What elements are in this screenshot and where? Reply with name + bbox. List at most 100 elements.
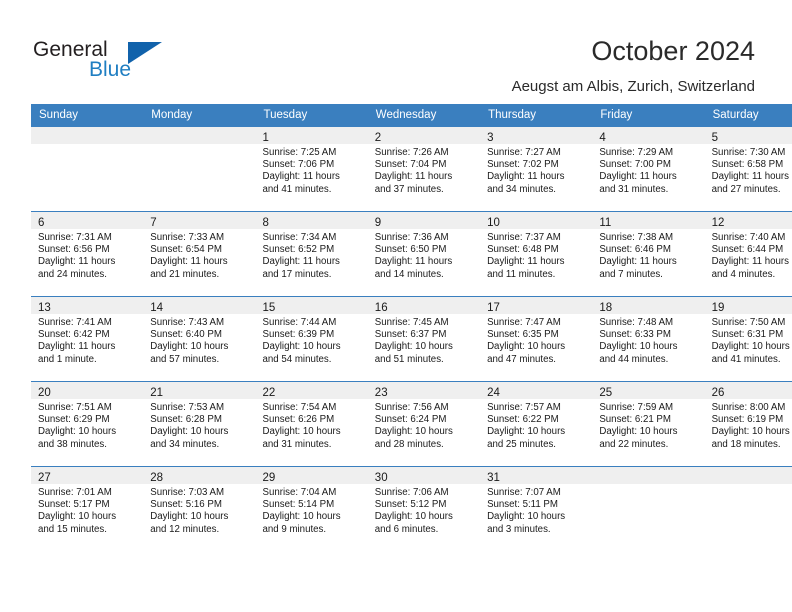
sunrise-text: Sunrise: 7:34 AM [262,232,337,243]
sunrise-text: Sunrise: 7:47 AM [487,317,561,328]
sunset-text: Sunset: 5:16 PM [150,499,222,511]
day-cell-body: Sunrise: 7:43 AM Sunset: 6:40 PM Daylight:… [143,314,255,366]
sunset-text: Sunset: 6:58 PM [711,159,784,171]
calendar-day-cell[interactable]: 19 Sunrise: 7:50 AM Sunset: 6:31 PM Dayligh… [704,296,792,382]
calendar-day-cell[interactable]: 29 Sunrise: 7:04 AM Sunset: 5:14 PM Dayligh… [255,466,368,551]
page-title: October 2024 [591,36,755,66]
calendar-day-cell[interactable]: 18 Sunrise: 7:48 AM Sunset: 6:33 PM Dayligh… [592,296,705,382]
day-number-band: 30 [367,467,481,484]
calendar-day-cell[interactable]: 6 Sunrise: 7:31 AM Sunset: 6:56 PM Daylight… [31,211,144,297]
daylight-text-line2: and 54 minutes. [262,353,332,365]
day-number: 16 [374,302,388,314]
day-cell-body: Sunrise: 7:01 AM Sunset: 5:17 PM Daylight:… [31,484,143,536]
day-number-band: 25 [592,382,705,399]
calendar-day-cell[interactable]: 4 Sunrise: 7:29 AM Sunset: 7:00 PM Daylight… [592,127,705,212]
calendar-day-cell[interactable]: 8 Sunrise: 7:34 AM Sunset: 6:52 PM Daylight… [255,211,368,297]
sunset-text: Sunset: 7:04 PM [374,159,447,171]
day-cell-body: Sunrise: 7:48 AM Sunset: 6:33 PM Daylight:… [592,314,704,366]
calendar-day-cell[interactable]: 20 Sunrise: 7:51 AM Sunset: 6:29 PM Dayligh… [31,381,144,467]
daylight-text-line2: and 17 minutes. [262,268,332,280]
calendar-day-cell[interactable]: 30 Sunrise: 7:06 AM Sunset: 5:12 PM Dayligh… [367,466,481,551]
daylight-text-line1: Daylight: 10 hours [487,341,566,353]
day-cell-body: Sunrise: 7:34 AM Sunset: 6:52 PM Daylight:… [256,229,368,281]
day-number-band: 14 [143,297,256,314]
day-number-band: 1 [255,127,368,144]
sunset-text: Sunset: 7:00 PM [599,159,671,171]
day-number: 4 [599,132,606,144]
sunset-text: Sunset: 7:06 PM [262,159,335,171]
sunset-text: Sunset: 6:26 PM [262,414,335,426]
daylight-text-line1: Daylight: 11 hours [487,171,565,183]
weekday-header-saturday: Saturday [704,104,792,127]
daylight-text-line2: and 41 minutes. [711,353,781,365]
calendar-day-cell-empty [592,466,705,551]
calendar-day-cell[interactable]: 1 Sunrise: 7:25 AM Sunset: 7:06 PM Daylight… [255,127,368,212]
day-cell-body: Sunrise: 7:38 AM Sunset: 6:46 PM Daylight:… [592,229,704,281]
calendar-day-cell[interactable]: 31 Sunrise: 7:07 AM Sunset: 5:11 PM Dayligh… [480,466,593,551]
day-number: 5 [711,132,718,144]
calendar-day-cell[interactable]: 16 Sunrise: 7:45 AM Sunset: 6:37 PM Dayligh… [367,296,481,382]
calendar-day-cell-empty [143,127,256,212]
day-cell-body: Sunrise: 7:40 AM Sunset: 6:44 PM Daylight:… [705,229,792,281]
calendar-body: 1 Sunrise: 7:25 AM Sunset: 7:06 PM Daylight… [31,127,792,551]
sunrise-text: Sunrise: 7:04 AM [262,487,337,498]
sunrise-text: Sunrise: 7:40 AM [711,232,786,243]
sunrise-text: Sunrise: 7:50 AM [711,317,786,328]
daylight-text-line2: and 4 minutes. [711,268,776,280]
day-cell-body: Sunrise: 7:59 AM Sunset: 6:21 PM Daylight:… [592,399,704,451]
calendar-day-cell[interactable]: 2 Sunrise: 7:26 AM Sunset: 7:04 PM Daylight… [367,127,481,212]
day-number-band: 17 [480,297,593,314]
calendar-day-cell[interactable]: 24 Sunrise: 7:57 AM Sunset: 6:22 PM Dayligh… [480,381,593,467]
daylight-text-line2: and 25 minutes. [487,438,556,450]
day-number-band: 15 [255,297,368,314]
daylight-text-line2: and 22 minutes. [599,438,669,450]
calendar-day-cell[interactable]: 15 Sunrise: 7:44 AM Sunset: 6:39 PM Dayligh… [255,296,368,382]
calendar-day-cell[interactable]: 10 Sunrise: 7:37 AM Sunset: 6:48 PM Dayligh… [480,211,593,297]
calendar-day-cell[interactable]: 23 Sunrise: 7:56 AM Sunset: 6:24 PM Dayligh… [367,381,481,467]
day-cell-body: Sunrise: 7:53 AM Sunset: 6:28 PM Daylight:… [143,399,255,451]
calendar-day-cell[interactable]: 27 Sunrise: 7:01 AM Sunset: 5:17 PM Dayligh… [31,466,144,551]
calendar-day-cell[interactable]: 28 Sunrise: 7:03 AM Sunset: 5:16 PM Dayligh… [143,466,256,551]
calendar-day-cell[interactable]: 9 Sunrise: 7:36 AM Sunset: 6:50 PM Daylight… [367,211,481,297]
day-number-band: 26 [704,382,792,399]
day-number-band: 12 [704,212,792,229]
sunset-text: Sunset: 6:33 PM [599,329,671,341]
day-number: 15 [262,302,276,314]
calendar-day-cell[interactable]: 25 Sunrise: 7:59 AM Sunset: 6:21 PM Dayligh… [592,381,705,467]
day-number: 7 [150,217,157,229]
calendar-day-cell[interactable]: 26 Sunrise: 8:00 AM Sunset: 6:19 PM Dayligh… [704,381,792,467]
weekday-header-wednesday: Wednesday [367,104,481,127]
weekday-header-friday: Friday [592,104,705,127]
sunset-text: Sunset: 6:52 PM [262,244,335,256]
daylight-text-line1: Daylight: 10 hours [711,341,790,353]
daylight-text-line1: Daylight: 10 hours [38,426,117,438]
sunset-text: Sunset: 6:24 PM [374,414,447,426]
calendar-day-cell[interactable]: 3 Sunrise: 7:27 AM Sunset: 7:02 PM Daylight… [480,127,593,212]
daylight-text-line1: Daylight: 10 hours [599,341,678,353]
daylight-text-line2: and 44 minutes. [599,353,669,365]
day-number: 11 [599,217,612,229]
day-number: 24 [487,387,500,399]
daylight-text-line1: Daylight: 10 hours [599,426,678,438]
calendar-day-cell[interactable]: 22 Sunrise: 7:54 AM Sunset: 6:26 PM Dayligh… [255,381,368,467]
calendar-day-cell[interactable]: 13 Sunrise: 7:41 AM Sunset: 6:42 PM Dayligh… [31,296,144,382]
calendar-day-cell[interactable]: 7 Sunrise: 7:33 AM Sunset: 6:54 PM Daylight… [143,211,256,297]
sunset-text: Sunset: 7:02 PM [487,159,559,171]
general-blue-logo[interactable]: General Blue [33,38,213,86]
daylight-text-line2: and 28 minutes. [374,438,444,450]
daylight-text-line2: and 47 minutes. [487,353,556,365]
daylight-text-line1: Daylight: 11 hours [150,256,228,268]
day-cell-body: Sunrise: 7:44 AM Sunset: 6:39 PM Daylight:… [256,314,368,366]
day-number-band: 18 [592,297,705,314]
calendar-day-cell[interactable]: 14 Sunrise: 7:43 AM Sunset: 6:40 PM Dayligh… [143,296,256,382]
daylight-text-line2: and 34 minutes. [150,438,220,450]
calendar-day-cell[interactable]: 21 Sunrise: 7:53 AM Sunset: 6:28 PM Dayligh… [143,381,256,467]
calendar-day-cell[interactable]: 5 Sunrise: 7:30 AM Sunset: 6:58 PM Daylight… [704,127,792,212]
day-cell-body: Sunrise: 7:54 AM Sunset: 6:26 PM Daylight:… [256,399,368,451]
day-number-band [31,127,144,144]
calendar-day-cell[interactable]: 12 Sunrise: 7:40 AM Sunset: 6:44 PM Dayligh… [704,211,792,297]
sunrise-text: Sunrise: 7:41 AM [38,317,112,328]
calendar-day-cell[interactable]: 17 Sunrise: 7:47 AM Sunset: 6:35 PM Dayligh… [480,296,593,382]
calendar-day-cell[interactable]: 11 Sunrise: 7:38 AM Sunset: 6:46 PM Dayligh… [592,211,705,297]
daylight-text-line1: Daylight: 10 hours [38,511,117,523]
